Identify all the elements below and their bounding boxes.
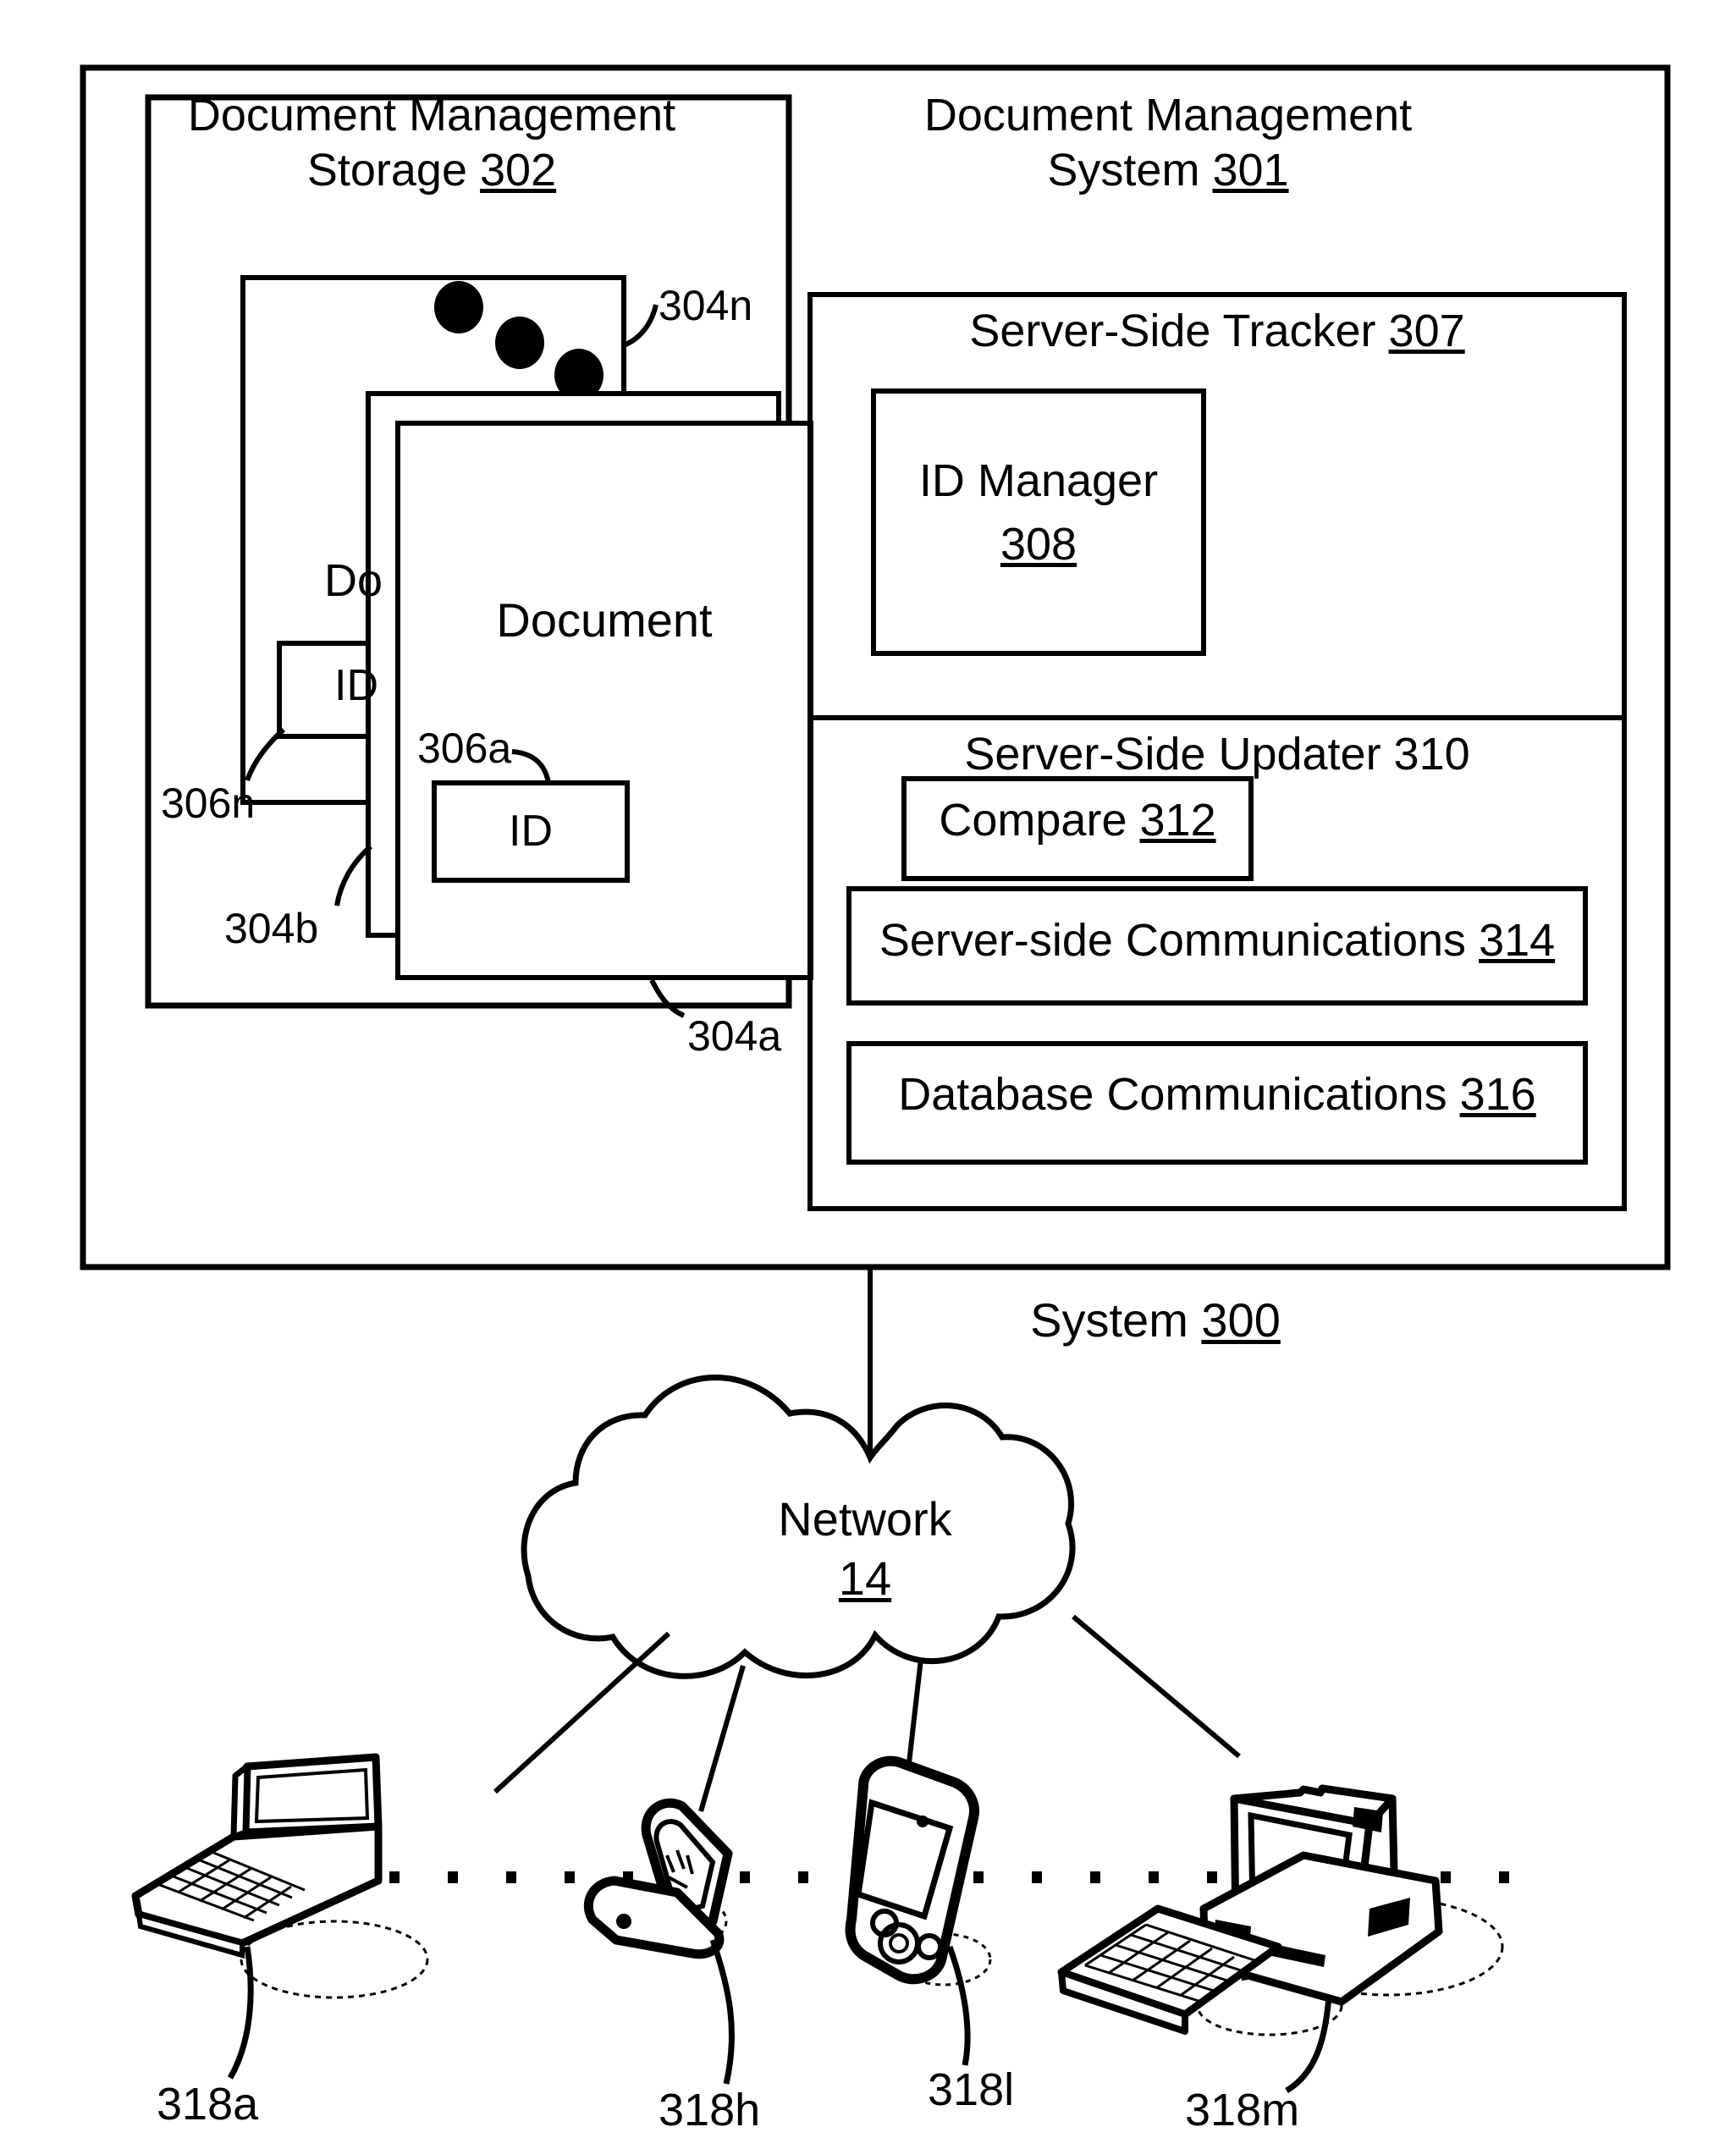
leader-318h xyxy=(709,1938,735,2085)
server-comms-number: 314 xyxy=(1479,915,1556,966)
network-to-phone-line xyxy=(698,1665,746,1812)
storage-title-line2: Storage 302 xyxy=(307,144,556,196)
tracker-title-text: Server-Side Tracker xyxy=(969,306,1376,356)
ref-304a: 304a xyxy=(687,1012,782,1060)
document-304a-label: Document xyxy=(496,593,713,647)
leader-318l xyxy=(946,1945,971,2066)
db-comms-text: Database Communications xyxy=(898,1069,1447,1120)
storage-number: 302 xyxy=(480,145,557,196)
device-ref-318h: 318h xyxy=(659,2085,761,2135)
document-304n-id-label: ID xyxy=(334,661,378,710)
desktop-computer-icon xyxy=(1057,1784,1504,2036)
leader-318m xyxy=(1285,1995,1332,2094)
id-manager-number: 308 xyxy=(1000,519,1077,570)
network-to-desktop-line xyxy=(1072,1614,1241,1759)
leader-304n xyxy=(622,304,659,348)
server-side-updater-title: Server-Side Updater 310 xyxy=(964,729,1470,780)
dms-title-line2: System 301 xyxy=(1047,144,1288,196)
dms-title-text: System xyxy=(1047,145,1200,196)
device-ref-318l: 318l xyxy=(928,2064,1015,2115)
ref-306a: 306a xyxy=(417,725,512,772)
compare-number: 312 xyxy=(1139,795,1216,846)
device-ref-318m: 318m xyxy=(1185,2085,1300,2135)
db-comms-number: 316 xyxy=(1459,1069,1536,1120)
leader-304a xyxy=(649,978,686,1018)
system-300-text: System xyxy=(1030,1293,1188,1347)
compare-label: Compare 312 xyxy=(939,794,1215,846)
ellipsis-dot-1 xyxy=(434,281,483,333)
flip-phone-icon xyxy=(583,1798,733,1959)
compare-text: Compare xyxy=(939,795,1127,846)
server-side-communications-label: Server-side Communications 314 xyxy=(879,914,1555,967)
dms-number: 301 xyxy=(1212,145,1289,196)
server-comms-text: Server-side Communications xyxy=(879,915,1467,966)
ref-304n: 304n xyxy=(659,282,753,329)
device-ref-318a: 318a xyxy=(157,2079,259,2130)
network-to-laptop-line xyxy=(493,1631,671,1794)
document-304b-label: Do xyxy=(324,555,383,606)
document-304a-id-label: ID xyxy=(509,807,553,856)
database-communications-label: Database Communications 316 xyxy=(898,1068,1535,1121)
ref-306n: 306n xyxy=(161,780,256,827)
network-label: Network xyxy=(778,1492,952,1546)
laptop-icon xyxy=(131,1753,429,1999)
leader-318a xyxy=(227,1946,254,2080)
pda-icon xyxy=(845,1755,992,1986)
server-side-tracker-title: Server-Side Tracker 307 xyxy=(969,305,1464,357)
id-manager-title: ID Manager xyxy=(918,455,1159,506)
ref-304b: 304b xyxy=(224,905,319,952)
system-300-number: 300 xyxy=(1201,1293,1281,1347)
network-number: 14 xyxy=(838,1551,892,1605)
storage-title-line1: Document Management xyxy=(187,90,676,141)
document-304a-box xyxy=(395,421,813,980)
tracker-number: 307 xyxy=(1388,306,1465,356)
ellipsis-dot-2 xyxy=(495,317,544,369)
system-300-label: System 300 xyxy=(1030,1292,1281,1347)
dms-title-line1: Document Management xyxy=(923,90,1413,141)
storage-title-text: Storage xyxy=(306,145,468,196)
